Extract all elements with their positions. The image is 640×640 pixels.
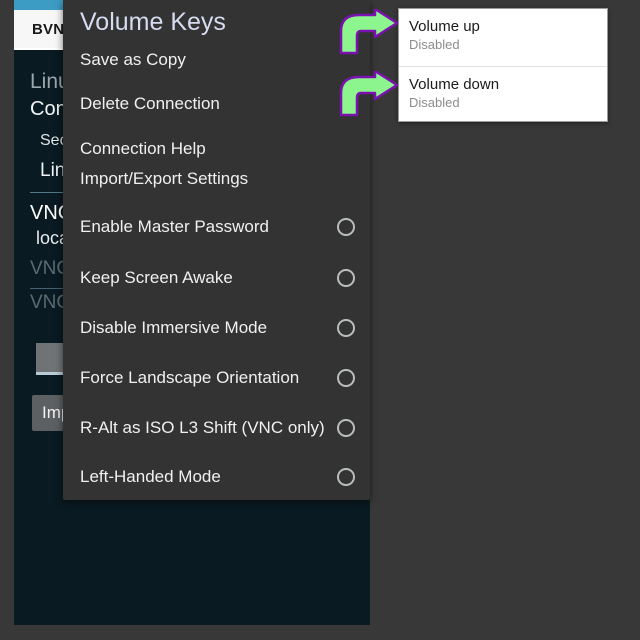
menu-item[interactable]: Disable Immersive Mode — [63, 313, 370, 343]
list-item[interactable]: Volume up Disabled — [399, 9, 607, 66]
menu-item-label: Enable Master Password — [80, 217, 269, 236]
menu-item[interactable]: Delete Connection — [63, 89, 370, 119]
menu-title: Volume Keys — [80, 8, 226, 36]
menu-item-radio[interactable] — [337, 319, 355, 337]
volume-keys-card: Volume up Disabled Volume down Disabled — [398, 8, 608, 122]
menu-item-radio[interactable] — [337, 468, 355, 486]
menu-item[interactable]: R-Alt as ISO L3 Shift (VNC only) — [63, 413, 370, 443]
menu-item[interactable]: Enable Master Password — [63, 212, 370, 242]
menu-item-label: Import/Export Settings — [80, 169, 249, 188]
menu-item-radio[interactable] — [337, 419, 355, 437]
menu-item-label: Keep Screen Awake — [80, 268, 233, 287]
screenshot-root: BVNC Linux Connection Secure Linux VNC l… — [0, 0, 640, 640]
options-menu: Volume Keys Save as Copy Delete Connectio… — [63, 0, 370, 500]
menu-item[interactable]: Left-Handed Mode — [63, 462, 370, 492]
menu-item-label: Disable Immersive Mode — [80, 318, 268, 337]
card-row-title: Volume up — [409, 18, 480, 35]
menu-item-label: R-Alt as ISO L3 Shift (VNC only) — [80, 418, 325, 437]
curved-arrow-icon — [337, 69, 399, 117]
card-row-subtitle: Disabled — [409, 95, 460, 110]
menu-item-radio[interactable] — [337, 269, 355, 287]
card-row-title: Volume down — [409, 76, 500, 93]
menu-item[interactable]: Connection Help — [63, 134, 370, 164]
menu-item-label: Save as Copy — [80, 50, 186, 69]
curved-arrow-icon — [337, 7, 399, 55]
list-item[interactable]: Volume down Disabled — [399, 66, 607, 123]
menu-item[interactable]: Keep Screen Awake — [63, 263, 370, 293]
menu-item-radio[interactable] — [337, 369, 355, 387]
menu-item-label: Connection Help — [80, 139, 206, 158]
menu-item-label: Left-Handed Mode — [80, 467, 221, 486]
menu-item-radio[interactable] — [337, 218, 355, 236]
menu-item-label: Delete Connection — [80, 94, 220, 113]
menu-item[interactable]: Save as Copy — [63, 45, 370, 75]
card-row-subtitle: Disabled — [409, 37, 460, 52]
menu-item[interactable]: Import/Export Settings — [63, 164, 370, 194]
menu-item[interactable]: Force Landscape Orientation — [63, 363, 370, 393]
menu-item-label: Force Landscape Orientation — [80, 368, 300, 387]
